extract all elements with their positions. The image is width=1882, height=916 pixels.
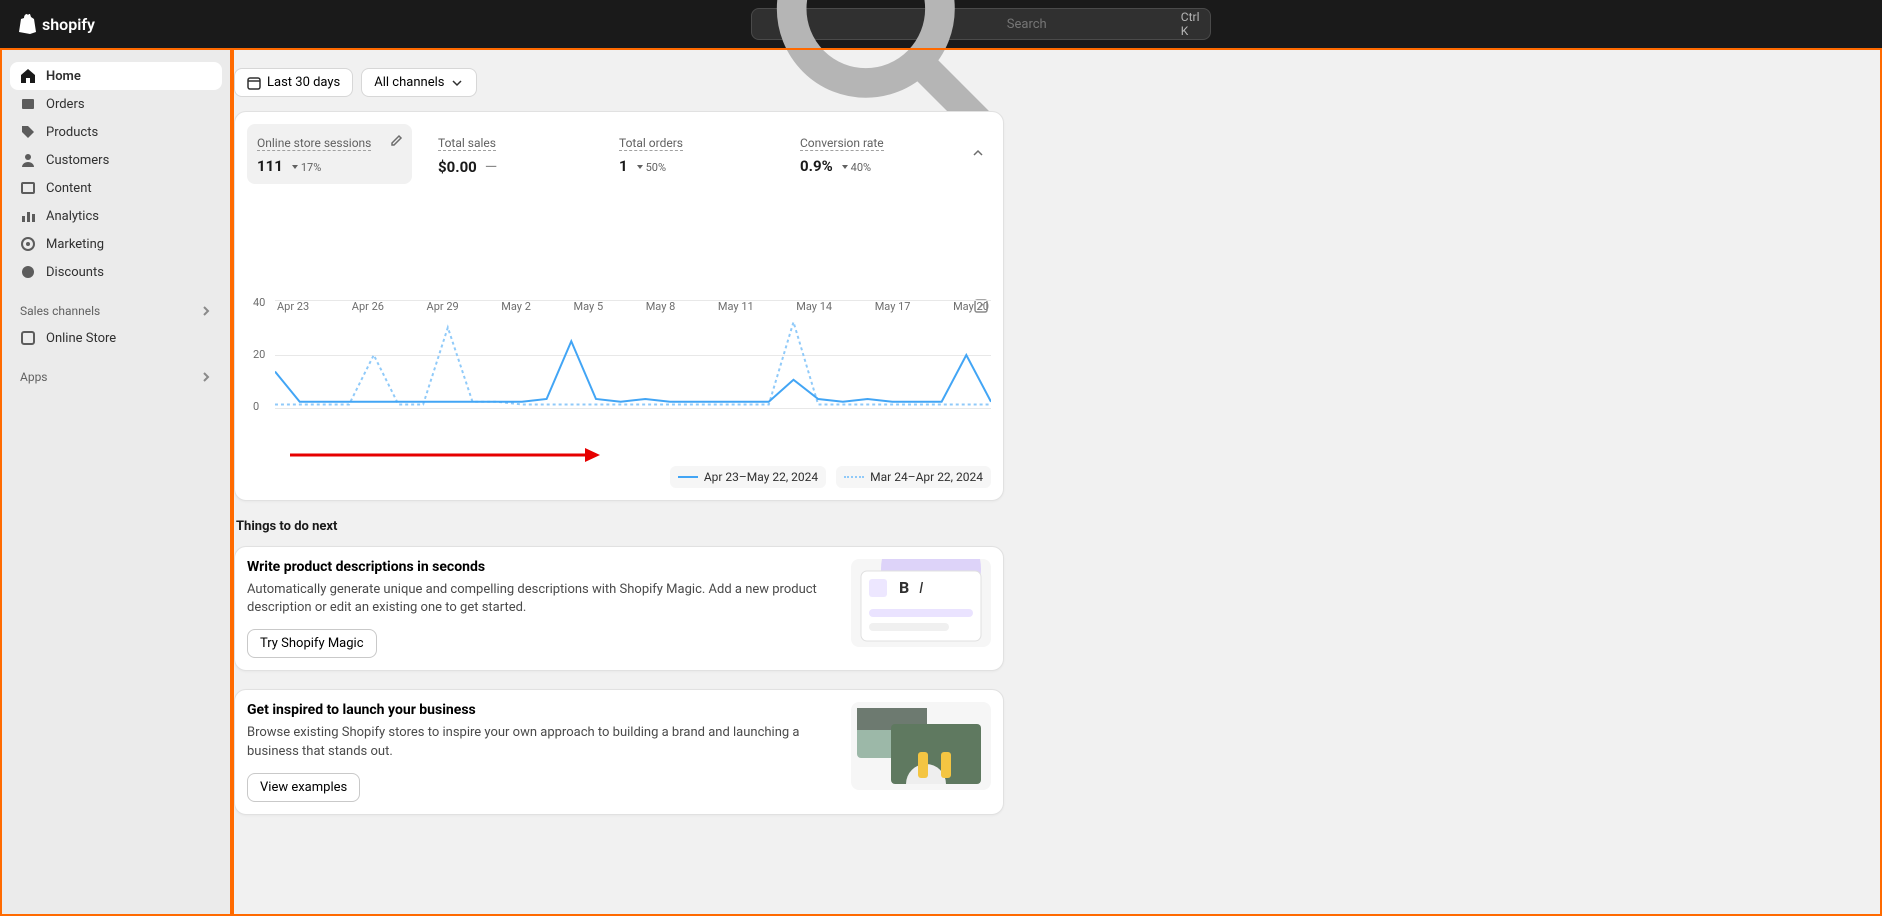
apps-header[interactable]: Apps: [10, 364, 222, 390]
chevron-right-icon: [200, 305, 212, 317]
filter-label: Last 30 days: [267, 75, 340, 90]
nav-analytics[interactable]: Analytics: [10, 202, 222, 230]
nav-customers[interactable]: Customers: [10, 146, 222, 174]
orders-icon: [20, 96, 36, 112]
filter-label: All channels: [374, 75, 444, 90]
y-tick: 0: [253, 400, 259, 413]
metric-label: Total orders: [619, 136, 683, 151]
metric-delta: 40%: [841, 161, 871, 174]
calendar-icon: [247, 76, 261, 90]
section-label: Apps: [20, 370, 48, 384]
analytics-icon: [20, 208, 36, 224]
pencil-icon[interactable]: [390, 132, 404, 151]
discounts-icon: [20, 264, 36, 280]
todo-desc: Automatically generate unique and compel…: [247, 581, 835, 617]
metric-delta: 17%: [291, 161, 321, 174]
y-tick: 40: [253, 296, 265, 309]
legend-label: Mar 24–Apr 22, 2024: [870, 470, 983, 484]
metric-value: 0.9%: [800, 157, 833, 175]
sidebar: Home Orders Products Customers Content A…: [0, 48, 232, 916]
chevron-down-icon: [450, 76, 464, 90]
todo-desc: Browse existing Shopify stores to inspir…: [247, 724, 835, 760]
products-icon: [20, 124, 36, 140]
collapse-icon[interactable]: [971, 145, 991, 164]
nav-label: Home: [46, 69, 81, 84]
section-label: Sales channels: [20, 304, 100, 318]
store-icon: [20, 330, 36, 346]
nav-home[interactable]: Home: [10, 62, 222, 90]
metric-label: Conversion rate: [800, 136, 884, 151]
legend-label: Apr 23–May 22, 2024: [704, 470, 818, 484]
search-input[interactable]: [1007, 17, 1173, 32]
view-examples-button[interactable]: View examples: [247, 773, 360, 802]
nav-label: Analytics: [46, 209, 99, 224]
shopify-bag-icon: [16, 13, 36, 35]
metric-value: 1: [619, 157, 628, 175]
metric-sessions[interactable]: Online store sessions 111 17%: [247, 124, 412, 184]
metric-label: Online store sessions: [257, 136, 371, 151]
customers-icon: [20, 152, 36, 168]
nav-label: Online Store: [46, 331, 116, 346]
chevron-right-icon: [200, 371, 212, 383]
nav-orders[interactable]: Orders: [10, 90, 222, 118]
shopify-logo[interactable]: shopify: [16, 13, 95, 35]
marketing-icon: [20, 236, 36, 252]
todo-title: Write product descriptions in seconds: [247, 559, 835, 575]
nav-content[interactable]: Content: [10, 174, 222, 202]
content-icon: [20, 180, 36, 196]
brand-text: shopify: [42, 15, 95, 34]
search-bar[interactable]: Ctrl K: [751, 8, 1211, 40]
channel-filter[interactable]: All channels: [361, 68, 477, 97]
sales-channels-header[interactable]: Sales channels: [10, 298, 222, 324]
nav-discounts[interactable]: Discounts: [10, 258, 222, 286]
nav-label: Orders: [46, 97, 85, 112]
metric-delta: 50%: [636, 161, 666, 174]
legend-previous[interactable]: Mar 24–Apr 22, 2024: [836, 466, 991, 488]
y-tick: 20: [253, 348, 265, 361]
chart-lines: [275, 300, 991, 410]
date-range-filter[interactable]: Last 30 days: [234, 68, 353, 97]
metric-delta: —: [485, 157, 498, 176]
nav-label: Content: [46, 181, 92, 196]
nav-label: Customers: [46, 153, 109, 168]
main-panel: Last 30 days All channels Online store s…: [232, 48, 1882, 916]
inspire-illustration: [851, 702, 991, 790]
metric-conversion-rate[interactable]: Conversion rate 0.9% 40%: [790, 124, 955, 184]
magic-illustration: BI: [851, 559, 991, 647]
todo-magic-card: ⋯ Write product descriptions in seconds …: [234, 546, 1004, 671]
nav-marketing[interactable]: Marketing: [10, 230, 222, 258]
channel-online-store[interactable]: Online Store: [10, 324, 222, 352]
svg-text:B: B: [899, 578, 909, 597]
nav-label: Marketing: [46, 237, 104, 252]
metric-total-sales[interactable]: Total sales $0.00 —: [428, 124, 593, 184]
sessions-chart: 40 20 0 Apr 23Apr 26Apr 29May 2May 5May …: [247, 300, 991, 460]
topbar: shopify Ctrl K: [0, 0, 1882, 48]
search-shortcut: Ctrl K: [1181, 10, 1200, 38]
analytics-card: Online store sessions 111 17% Total sales…: [234, 111, 1004, 501]
metric-value: $0.00: [438, 158, 477, 176]
nav-label: Products: [46, 125, 98, 140]
todo-inspire-card: ⋯ Get inspired to launch your business B…: [234, 689, 1004, 814]
legend-current[interactable]: Apr 23–May 22, 2024: [670, 466, 826, 488]
todo-title: Get inspired to launch your business: [247, 702, 835, 718]
metric-total-orders[interactable]: Total orders 1 50%: [609, 124, 774, 184]
nav-label: Discounts: [46, 265, 104, 280]
nav-products[interactable]: Products: [10, 118, 222, 146]
things-to-do-title: Things to do next: [236, 519, 1004, 534]
metric-value: 111: [257, 157, 283, 175]
try-shopify-magic-button[interactable]: Try Shopify Magic: [247, 629, 377, 658]
metric-label: Total sales: [438, 136, 496, 151]
home-icon: [20, 68, 36, 84]
